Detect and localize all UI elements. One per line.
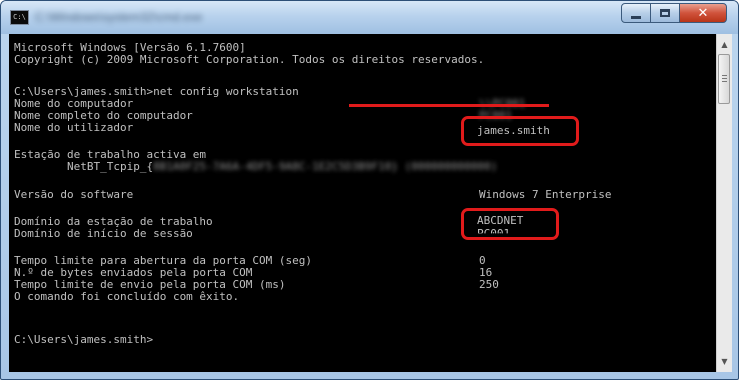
user-name-highlight: [461, 116, 579, 146]
title-bar[interactable]: C:\ C:\Windows\system32\cmd.exe ✕: [1, 1, 738, 34]
software-version-value: Windows 7 Enterprise: [479, 188, 612, 201]
maximize-icon: [660, 9, 670, 17]
maximize-button[interactable]: [650, 3, 680, 23]
window-title: C:\Windows\system32\cmd.exe: [35, 10, 203, 24]
console-line: Nome do utilizador: [14, 121, 134, 134]
grip-line: [722, 75, 727, 76]
vertical-scrollbar[interactable]: ▲ ▼: [716, 34, 732, 372]
grip-line: [722, 78, 727, 79]
scroll-up-arrow-icon[interactable]: ▲: [717, 37, 732, 52]
console-window: C:\ C:\Windows\system32\cmd.exe ✕ Micros…: [0, 0, 739, 380]
minimize-button[interactable]: [621, 3, 651, 23]
domain-highlight: [461, 208, 559, 240]
console-line: O comando foi concluído com êxito.: [14, 290, 240, 303]
close-icon: ✕: [697, 5, 709, 21]
console-prompt[interactable]: C:\Users\james.smith>: [14, 334, 153, 346]
minimize-icon: [631, 15, 641, 19]
console-line: Copyright (c) 2009 Microsoft Corporation…: [14, 53, 485, 66]
console-line: NetBT_Tcpip_{: [14, 160, 154, 173]
netbt-guid-value: 8B1A0F25-7A6A-4DF5-9A8C-1E2C5D3B9F10} (0…: [153, 160, 498, 173]
scrollbar-thumb[interactable]: [718, 54, 730, 104]
scroll-down-arrow-icon[interactable]: ▼: [717, 354, 732, 369]
console-output[interactable]: Microsoft Windows [Versão 6.1.7600] Copy…: [9, 34, 716, 372]
cmd-app-icon[interactable]: C:\: [10, 10, 29, 25]
close-button[interactable]: ✕: [679, 3, 727, 23]
com-send-timeout-value: 250: [479, 278, 499, 291]
console-line: Versão do software: [14, 188, 134, 201]
grip-line: [722, 81, 727, 82]
console-line: Domínio de início de sessão: [14, 227, 193, 240]
redaction-underline: [349, 104, 549, 107]
